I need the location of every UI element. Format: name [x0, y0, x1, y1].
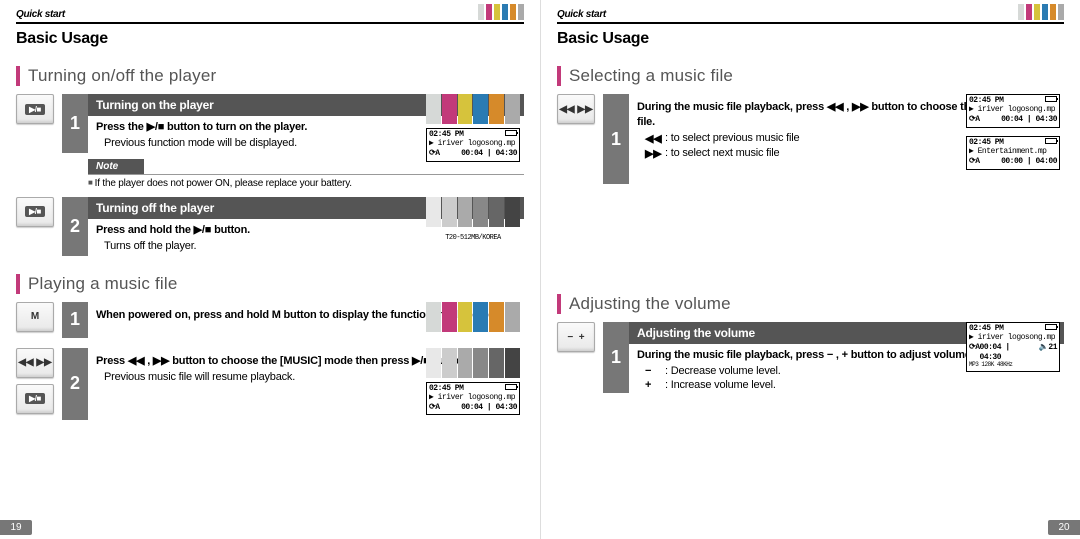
step-play-select: ◀◀ ▶▶ ▶/■ 2 Press ◀◀ , ▶▶ button to choo…: [16, 348, 524, 420]
note-text: If the player does not power ON, please …: [88, 174, 524, 197]
header-swatches: [1018, 4, 1064, 20]
quick-start-label: Quick start: [557, 9, 606, 20]
lcd-preview: 02:45 PM ▶ iriver logosong.mp ⟳A00:04 | …: [426, 382, 520, 416]
page-right: Quick start Basic Usage Selecting a musi…: [540, 0, 1080, 539]
header: Quick start: [557, 4, 1064, 24]
section-volume: Adjusting the volume: [557, 294, 1064, 314]
prev-next-key-icon: ◀◀ ▶▶: [16, 348, 54, 378]
play-stop-key-icon: ▶/■: [16, 384, 54, 414]
color-swatch-icon: [426, 94, 520, 124]
header: Quick start: [16, 4, 524, 24]
grey-swatch-icon: [426, 348, 520, 378]
page-title: Basic Usage: [16, 30, 524, 48]
page-title: Basic Usage: [557, 30, 1064, 48]
step-number: 1: [62, 94, 88, 153]
lcd-model-label: T20-512MB/KOREA: [426, 233, 520, 244]
minus-plus-key-icon: − +: [557, 322, 595, 352]
section-playing: Playing a music file: [16, 274, 524, 294]
step-number: 1: [603, 322, 629, 393]
lcd-preview: 02:45 PM ▶ iriver logosong.mp ⟳A00:04 | …: [426, 128, 520, 162]
grey-swatch-icon: [426, 197, 520, 227]
prev-next-key-icon: ◀◀ ▶▶: [557, 94, 595, 124]
step-select-file: ◀◀ ▶▶ 1 During the music file playback, …: [557, 94, 1064, 184]
play-stop-key-icon: ▶/■: [16, 197, 54, 227]
step-turn-off: ▶/■ 2 Turning off the player Press and h…: [16, 197, 524, 256]
header-swatches: [478, 4, 524, 20]
section-turning-onoff: Turning on/off the player: [16, 66, 524, 86]
play-stop-key-icon: ▶/■: [16, 94, 54, 124]
step-adjust-volume: − + 1 Adjusting the volume During the mu…: [557, 322, 1064, 393]
step-number: 2: [62, 197, 88, 256]
lcd-preview: 02:45 PM ▶ iriver logosong.mp ⟳A00:04 | …: [966, 94, 1060, 128]
page-number: 20: [1048, 520, 1080, 535]
step-number: 1: [603, 94, 629, 184]
color-swatch-icon: [426, 302, 520, 332]
step-list-item: +: Increase volume level.: [629, 379, 1064, 393]
quick-start-label: Quick start: [16, 9, 65, 20]
lcd-preview: 02:45 PM ▶ Entertainment.mp ⟳A00:00 | 04…: [966, 136, 1060, 170]
m-key-icon: M: [16, 302, 54, 332]
page-left: Quick start Basic Usage Turning on/off t…: [0, 0, 540, 539]
lcd-preview: 02:45 PM ▶ iriver logosong.mp ⟳A00:04 | …: [966, 322, 1060, 372]
step-number: 2: [62, 348, 88, 420]
step-number: 1: [62, 302, 88, 338]
section-selecting: Selecting a music file: [557, 66, 1064, 86]
step-turn-on: ▶/■ 1 Turning on the player Press the ▶/…: [16, 94, 524, 153]
step-play-mode: M 1 When powered on, press and hold M bu…: [16, 302, 524, 338]
note-label: Note: [88, 159, 144, 174]
page-number: 19: [0, 520, 32, 535]
